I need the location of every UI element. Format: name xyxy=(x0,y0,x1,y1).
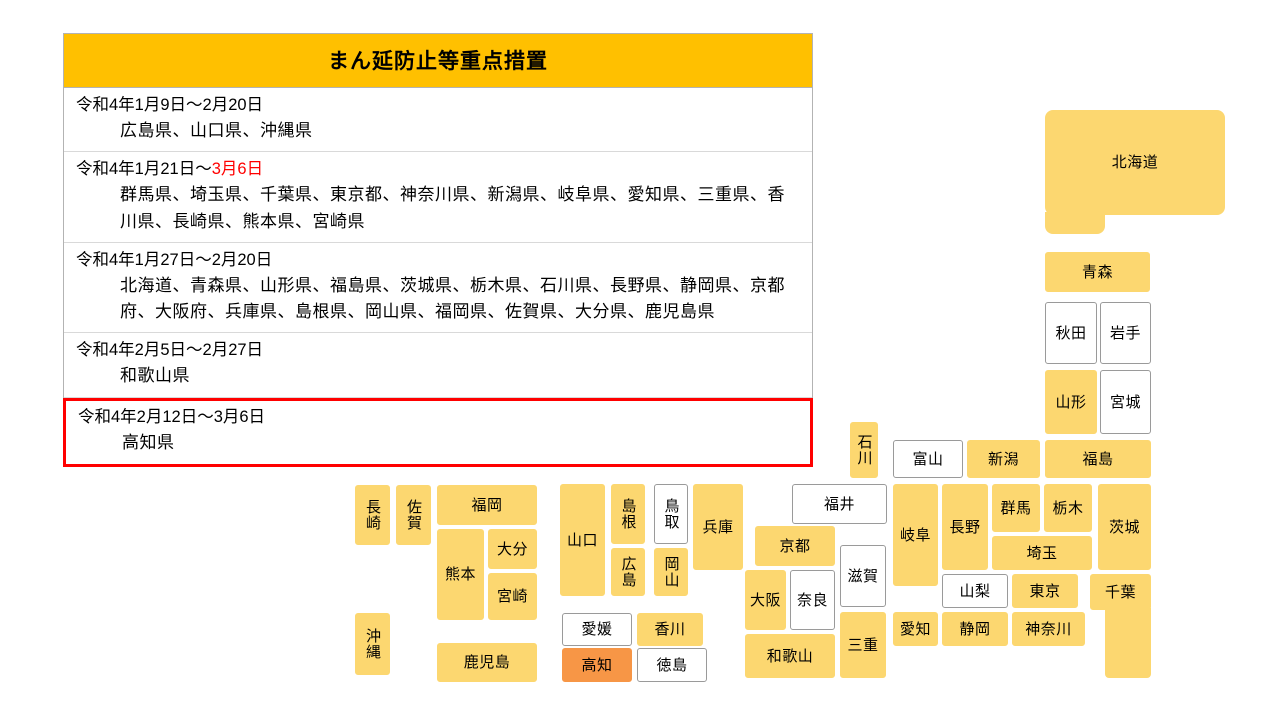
map-prefecture-kyoto[interactable]: 京都 xyxy=(755,526,835,566)
map-prefecture-label: 和歌山 xyxy=(766,647,814,665)
map-prefecture-ehime[interactable]: 愛媛 xyxy=(562,613,632,646)
map-prefecture-label: 長崎 xyxy=(364,499,381,531)
map-prefecture-hiroshima[interactable]: 広島 xyxy=(611,548,645,596)
map-prefecture-hyogo[interactable]: 兵庫 xyxy=(693,484,743,570)
map-prefecture-label: 奈良 xyxy=(796,591,828,609)
map-prefecture-niigata[interactable]: 新潟 xyxy=(967,440,1040,478)
map-prefecture-label: 徳島 xyxy=(656,656,688,674)
map-prefecture-label: 広島 xyxy=(619,556,637,588)
map-prefecture-label: 群馬 xyxy=(1000,499,1032,517)
map-prefecture-miyagi[interactable]: 宮城 xyxy=(1100,370,1151,434)
map-prefecture-label: 鳥取 xyxy=(662,498,680,530)
map-prefecture-label: 秋田 xyxy=(1055,324,1087,342)
map-prefecture-label: 宮城 xyxy=(1109,393,1141,411)
map-prefecture-yamaguchi[interactable]: 山口 xyxy=(560,484,605,596)
map-prefecture-label: 栃木 xyxy=(1052,499,1084,517)
map-prefecture-label: 青森 xyxy=(1081,263,1113,281)
map-prefecture-label: 新潟 xyxy=(987,450,1019,468)
map-prefecture-oita[interactable]: 大分 xyxy=(488,529,537,569)
map-prefecture-label: 沖縄 xyxy=(364,628,381,660)
map-prefecture-toyama[interactable]: 富山 xyxy=(893,440,963,478)
map-prefecture-fukushima[interactable]: 福島 xyxy=(1045,440,1151,478)
map-prefecture-label: 神奈川 xyxy=(1025,620,1072,638)
map-prefecture-mie[interactable]: 三重 xyxy=(840,612,886,678)
map-prefecture-tottori[interactable]: 鳥取 xyxy=(654,484,688,544)
map-prefecture-label: 山形 xyxy=(1055,393,1087,411)
map-prefecture-label: 茨城 xyxy=(1108,518,1140,536)
map-prefecture-label: 埼玉 xyxy=(1026,544,1058,562)
map-prefecture-ibaraki[interactable]: 茨城 xyxy=(1098,484,1151,570)
map-prefecture-nara[interactable]: 奈良 xyxy=(790,570,835,630)
map-prefecture-fukuoka[interactable]: 福岡 xyxy=(437,485,537,525)
map-prefecture-kumamoto[interactable]: 熊本 xyxy=(437,529,484,620)
map-prefecture-yamanashi[interactable]: 山梨 xyxy=(942,574,1008,608)
map-prefecture-okayama[interactable]: 岡山 xyxy=(654,548,688,596)
map-prefecture-osaka[interactable]: 大阪 xyxy=(745,570,786,630)
map-prefecture-label: 岐阜 xyxy=(899,526,931,544)
map-prefecture-hokkaido-notch xyxy=(1045,212,1105,234)
map-prefecture-label: 北海道 xyxy=(1111,154,1159,171)
map-prefecture-kanagawa[interactable]: 神奈川 xyxy=(1012,612,1085,646)
map-prefecture-label: 東京 xyxy=(1029,582,1061,600)
map-prefecture-iwate[interactable]: 岩手 xyxy=(1100,302,1151,364)
map-prefecture-saitama[interactable]: 埼玉 xyxy=(992,536,1092,570)
map-prefecture-wakayama[interactable]: 和歌山 xyxy=(745,634,835,678)
map-prefecture-label: 福島 xyxy=(1082,450,1114,468)
map-prefecture-label: 山梨 xyxy=(959,582,991,600)
map-prefecture-label: 大分 xyxy=(496,540,528,558)
map-prefecture-label: 島根 xyxy=(619,498,637,530)
map-prefecture-label: 香川 xyxy=(654,621,686,638)
map-prefecture-aomori[interactable]: 青森 xyxy=(1045,252,1150,292)
map-prefecture-label: 石川 xyxy=(855,434,873,466)
map-prefecture-label: 福井 xyxy=(823,495,855,513)
map-prefecture-kagawa[interactable]: 香川 xyxy=(637,613,703,646)
map-prefecture-label: 愛媛 xyxy=(581,621,613,638)
map-prefecture-label: 佐賀 xyxy=(405,499,422,531)
map-prefecture-label: 岡山 xyxy=(662,556,680,588)
map-prefecture-label: 千葉 xyxy=(1104,583,1136,601)
map-prefecture-label: 静岡 xyxy=(959,620,991,638)
map-prefecture-yamagata[interactable]: 山形 xyxy=(1045,370,1097,434)
map-prefecture-label: 山口 xyxy=(566,531,598,549)
map-prefecture-gunma[interactable]: 群馬 xyxy=(992,484,1040,532)
map-prefecture-label: 滋賀 xyxy=(847,567,879,585)
map-prefecture-label: 鹿児島 xyxy=(463,654,511,671)
map-prefecture-nagano[interactable]: 長野 xyxy=(942,484,988,570)
map-prefecture-tokushima[interactable]: 徳島 xyxy=(637,648,707,682)
map-prefecture-ishikawa[interactable]: 石川 xyxy=(850,422,878,478)
map-prefecture-label: 三重 xyxy=(847,636,879,654)
map-prefecture-label: 大阪 xyxy=(749,591,781,609)
map-prefecture-label: 岩手 xyxy=(1109,324,1141,342)
map-prefecture-shizuoka[interactable]: 静岡 xyxy=(942,612,1008,646)
map-prefecture-label: 長野 xyxy=(949,518,981,536)
map-prefecture-okinawa[interactable]: 沖縄 xyxy=(355,613,390,675)
map-prefecture-shimane[interactable]: 島根 xyxy=(611,484,645,544)
map-prefecture-kagoshima[interactable]: 鹿児島 xyxy=(437,643,537,682)
map-prefecture-miyazaki[interactable]: 宮崎 xyxy=(488,573,537,620)
map-prefecture-tochigi[interactable]: 栃木 xyxy=(1044,484,1092,532)
map-prefecture-kochi[interactable]: 高知 xyxy=(562,648,632,682)
map-prefecture-nagasaki[interactable]: 長崎 xyxy=(355,485,390,545)
map-prefecture-label: 富山 xyxy=(912,450,944,468)
map-prefecture-label: 宮崎 xyxy=(496,588,528,605)
map-prefecture-akita[interactable]: 秋田 xyxy=(1045,302,1097,364)
map-prefecture-label: 京都 xyxy=(779,537,811,555)
map-prefecture-label: 福岡 xyxy=(471,496,503,514)
map-prefecture-label: 愛知 xyxy=(899,620,931,638)
map-prefecture-chiba[interactable]: 千葉 xyxy=(1090,574,1151,610)
japan-prefecture-map: 北海道 青森 秋田 岩手 山形 宮城 福島 新潟 富山 石川 福井 岐阜 長野 … xyxy=(0,0,1280,720)
map-prefecture-label: 兵庫 xyxy=(702,518,734,536)
map-prefecture-shiga[interactable]: 滋賀 xyxy=(840,545,886,607)
map-prefecture-label: 熊本 xyxy=(444,566,476,583)
map-prefecture-fukui[interactable]: 福井 xyxy=(792,484,887,524)
map-prefecture-hokkaido[interactable]: 北海道 xyxy=(1045,110,1225,215)
map-prefecture-saga[interactable]: 佐賀 xyxy=(396,485,431,545)
map-prefecture-gifu[interactable]: 岐阜 xyxy=(893,484,938,586)
map-prefecture-tokyo[interactable]: 東京 xyxy=(1012,574,1078,608)
map-prefecture-chiba-extension xyxy=(1105,608,1151,678)
map-prefecture-aichi[interactable]: 愛知 xyxy=(893,612,938,646)
map-prefecture-label: 高知 xyxy=(581,656,613,674)
